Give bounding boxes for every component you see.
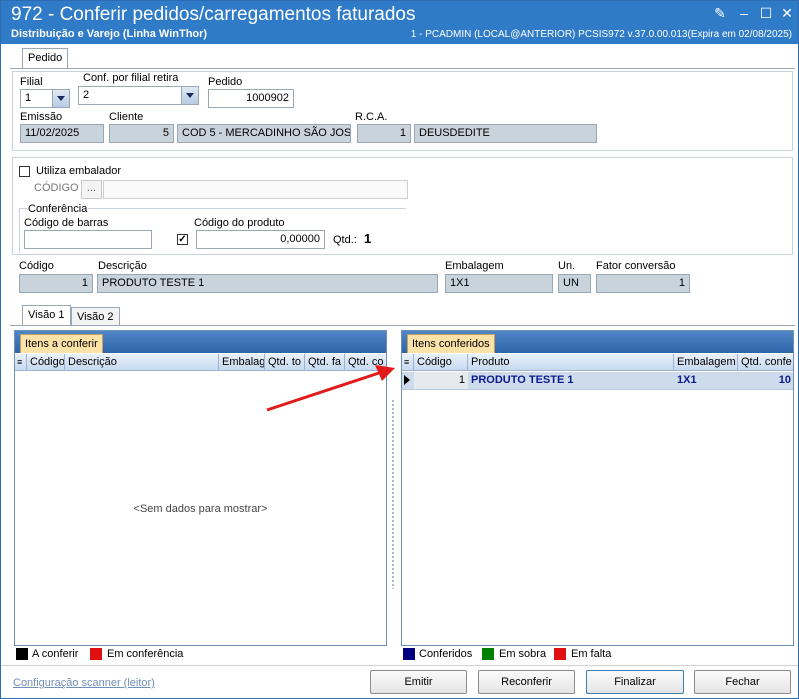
filial-select[interactable]: 1 (20, 89, 70, 108)
utiliza-embalador-label: Utiliza embalador (36, 165, 121, 177)
view-tab-divider (10, 325, 795, 326)
col-produto[interactable]: Produto (468, 354, 674, 370)
annotation-arrow (266, 365, 395, 412)
fator-label: Fator conversão (596, 260, 676, 272)
embalador-search-button[interactable]: ... (81, 180, 102, 199)
rca-code-field: 1 (357, 124, 411, 143)
panel-header: Itens conferidos (402, 331, 793, 353)
col-codigo[interactable]: Código (414, 354, 468, 370)
col-qtd-conferida[interactable]: Qtd. confe (738, 354, 793, 370)
emitir-button[interactable]: Emitir (370, 670, 467, 694)
codigo-barras-input[interactable] (24, 230, 152, 249)
col-codigo[interactable]: Código (27, 354, 65, 370)
maximize-icon[interactable]: ☐ (757, 5, 775, 21)
emissao-label: Emissão (20, 111, 63, 123)
legend-a-conferir-label: A conferir (32, 648, 79, 660)
fechar-button[interactable]: Fechar (694, 670, 791, 694)
reconferir-button[interactable]: Reconferir (478, 670, 575, 694)
col-embalagem[interactable]: Embalagem (219, 354, 265, 370)
panel-header: Itens a conferir (15, 331, 386, 353)
legend-em-sobra-label: Em sobra (499, 648, 547, 660)
cliente-label: Cliente (109, 111, 144, 123)
un-label: Un. (558, 260, 576, 272)
row-qtd: 10 (778, 374, 791, 386)
fator-field: 1 (596, 274, 690, 293)
codigo-produto-checkbox[interactable]: ✓ (177, 234, 188, 245)
footer-divider (1, 665, 798, 666)
column-chooser-icon[interactable]: ≡ (15, 354, 27, 370)
rca-label: R.C.A. (355, 111, 388, 123)
qtd-label: Qtd.: (333, 234, 357, 246)
session-status: 1 - PCADMIN (LOCAL@ANTERIOR) PCSIS972 v.… (410, 29, 792, 40)
legend-conferidos-label: Conferidos (419, 648, 473, 660)
filial-value: 1 (25, 92, 32, 104)
row-embalagem: 1X1 (677, 374, 697, 386)
tab-visao-2[interactable]: Visão 2 (71, 307, 120, 325)
col-embalagem[interactable]: Embalagem (674, 354, 738, 370)
rca-name-field: DEUSDEDITE (414, 124, 597, 143)
chevron-down-icon[interactable] (181, 87, 198, 104)
utiliza-embalador-checkbox[interactable] (19, 166, 30, 177)
close-icon[interactable]: ✕ (778, 5, 796, 21)
window-title: 972 - Conferir pedidos/carregamentos fat… (11, 4, 416, 25)
legend-em-falta-swatch (554, 648, 566, 660)
chevron-down-icon[interactable] (52, 90, 69, 107)
un-field: UN (558, 274, 591, 293)
emissao-field: 11/02/2025 (20, 124, 104, 143)
produto-codigo-field: 1 (19, 274, 93, 293)
cliente-code-field: 5 (109, 124, 174, 143)
panel-splitter[interactable] (391, 399, 396, 589)
conf-filial-label: Conf. por filial retira (83, 72, 179, 84)
right-grid-header: ≡ Código Produto Embalagem Qtd. confe (402, 354, 793, 371)
pedido-label: Pedido (208, 76, 243, 88)
main-window: 972 - Conferir pedidos/carregamentos fat… (0, 0, 799, 699)
codigo-barras-label: Código de barras (24, 217, 109, 229)
legend-a-conferir-swatch (16, 648, 28, 660)
row-codigo: 1 (414, 372, 468, 389)
pedido-input[interactable]: 1000902 (208, 89, 294, 108)
itens-a-conferir-title: Itens a conferir (20, 334, 103, 353)
window-subtitle: Distribuição e Varejo (Linha WinThor) (11, 28, 208, 40)
legend-em-conferencia-swatch (90, 648, 102, 660)
title-bar: 972 - Conferir pedidos/carregamentos fat… (1, 1, 798, 44)
cliente-name-field: COD 5 - MERCADINHO SÃO JOSÉ LTDA (177, 124, 351, 143)
codigo-embalador-label: CÓDIGO (34, 182, 79, 194)
tab-visao-1[interactable]: Visão 1 (22, 305, 71, 326)
conferencia-group-label: Conferência (27, 203, 89, 215)
minimize-icon[interactable]: – (735, 5, 753, 21)
conf-filial-value: 2 (83, 89, 90, 101)
scanner-config-link[interactable]: Configuração scanner (leitor) (13, 677, 155, 689)
tab-divider (10, 68, 795, 69)
itens-conferidos-panel: Itens conferidos ≡ Código Produto Embala… (401, 330, 794, 646)
legend-em-falta-label: Em falta (571, 648, 612, 660)
conf-filial-select[interactable]: 2 (78, 86, 199, 105)
edit-icon[interactable]: ✎ (711, 5, 729, 21)
produto-descricao-label: Descrição (98, 260, 147, 272)
embalagem-field: 1X1 (445, 274, 553, 293)
finalizar-button[interactable]: Finalizar (586, 670, 684, 694)
tab-pedido[interactable]: Pedido (22, 48, 69, 69)
empty-grid-message: <Sem dados para mostrar> (133, 503, 268, 515)
legend-em-conferencia-label: Em conferência (107, 648, 184, 660)
embalador-input[interactable] (103, 180, 408, 199)
codigo-produto-label: Código do produto (194, 217, 285, 229)
row-produto: PRODUTO TESTE 1 (471, 374, 574, 386)
qtd-value: 1 (364, 231, 372, 246)
produto-descricao-field: PRODUTO TESTE 1 (97, 274, 438, 293)
itens-conferidos-title: Itens conferidos (407, 334, 495, 353)
legend-em-sobra-swatch (482, 648, 494, 660)
codigo-produto-input[interactable]: 0,00000 (196, 230, 325, 249)
filial-label: Filial (20, 76, 43, 88)
embalagem-label: Embalagem (445, 260, 504, 272)
column-chooser-icon[interactable]: ≡ (402, 354, 414, 370)
table-row[interactable]: 1 PRODUTO TESTE 1 1X1 10 (402, 372, 793, 390)
produto-codigo-label: Código (19, 260, 54, 272)
col-descricao[interactable]: Descrição (65, 354, 219, 370)
row-indicator-icon (404, 375, 410, 385)
legend-conferidos-swatch (403, 648, 415, 660)
